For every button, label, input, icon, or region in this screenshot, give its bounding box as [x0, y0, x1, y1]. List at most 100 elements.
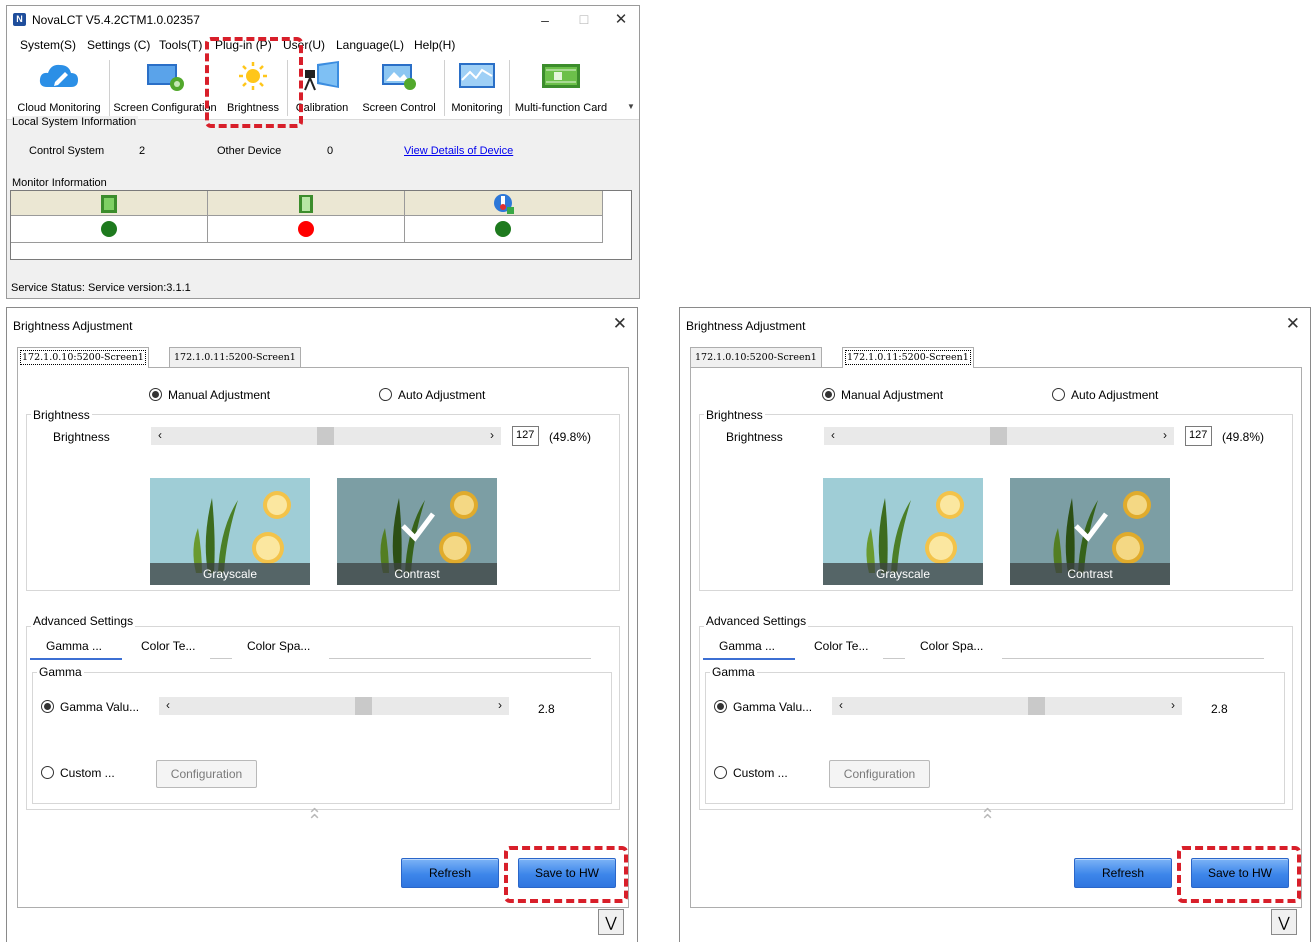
toolbar-overflow-icon[interactable]: ▼	[627, 102, 635, 111]
maximize-button[interactable]: ☐	[570, 10, 598, 30]
menu-system[interactable]: System(S)	[20, 38, 76, 52]
multi-function-card-icon	[542, 64, 580, 88]
tab-color-space[interactable]: Color Spa...	[247, 639, 310, 653]
brightness-value-input[interactable]: 127	[512, 426, 539, 446]
brightness-slider[interactable]: ‹ ›	[824, 427, 1174, 445]
manual-adjustment-label: Manual Adjustment	[168, 388, 271, 402]
brightness-slider-thumb[interactable]	[316, 427, 334, 445]
configuration-button[interactable]: Configuration	[829, 760, 930, 788]
brightness-dialog: Brightness Adjustment ✕ 172.1.0.10:5200-…	[679, 307, 1311, 942]
monitor-table	[10, 190, 632, 260]
status-dot	[298, 221, 314, 237]
minimize-button[interactable]: –	[531, 10, 559, 30]
cloud-monitoring-button[interactable]: Cloud Monitoring	[13, 54, 105, 120]
brightness-percent: (49.8%)	[549, 430, 592, 444]
slider-right-arrow-icon[interactable]: ›	[485, 427, 499, 445]
contrast-caption: Contrast	[337, 563, 497, 585]
gamma-slider-thumb[interactable]	[1028, 697, 1046, 715]
gamma-slider[interactable]: ‹ ›	[159, 697, 509, 715]
gamma-tab-underline	[30, 658, 122, 660]
custom-gamma-radio[interactable]	[714, 766, 727, 779]
title-bar: N NovaLCT V5.4.2CTM1.0.02357 – ☐ ✕	[7, 6, 639, 32]
grayscale-caption: Grayscale	[150, 563, 310, 585]
manual-adjustment-radio[interactable]	[822, 388, 835, 401]
other-device-label: Other Device	[217, 145, 282, 157]
grayscale-preview[interactable]: Grayscale	[150, 478, 310, 585]
gamma-value-radio[interactable]	[714, 700, 727, 713]
auto-adjustment-radio[interactable]	[1052, 388, 1065, 401]
slider-left-arrow-icon[interactable]: ‹	[826, 427, 840, 445]
brightness-label: Brightness	[726, 430, 783, 444]
brightness-slider[interactable]: ‹ ›	[151, 427, 501, 445]
advanced-settings-label: Advanced Settings	[31, 614, 136, 628]
view-device-details-link[interactable]: View Details of Device	[404, 145, 513, 157]
monitor-header-cell	[208, 191, 405, 216]
gamma-value-label: Gamma Valu...	[60, 700, 140, 714]
tool-label: Multi-function Card	[514, 102, 608, 114]
gamma-slider[interactable]: ‹ ›	[832, 697, 1182, 715]
multi-function-card-button[interactable]: Multi-function Card	[511, 54, 611, 120]
refresh-button[interactable]: Refresh	[401, 858, 499, 888]
brightness-slider-thumb[interactable]	[989, 427, 1007, 445]
tab-gamma[interactable]: Gamma ...	[46, 639, 102, 653]
control-system-count: 2	[139, 145, 146, 157]
tab-divider	[210, 658, 232, 659]
brightness-group-label: Brightness	[31, 408, 92, 422]
auto-adjustment-radio[interactable]	[379, 388, 392, 401]
collapse-chevron-down-icon[interactable]: ⋁	[598, 909, 624, 935]
manual-adjustment-radio[interactable]	[149, 388, 162, 401]
gamma-slider-thumb[interactable]	[355, 697, 373, 715]
control-system-label: Control System	[29, 145, 105, 157]
close-icon[interactable]: ✕	[613, 314, 627, 334]
contrast-preview[interactable]: Contrast	[1010, 478, 1170, 585]
grayscale-preview[interactable]: Grayscale	[823, 478, 983, 585]
close-icon[interactable]: ✕	[1286, 314, 1300, 334]
monitoring-button[interactable]: Monitoring	[447, 54, 507, 120]
slider-right-arrow-icon[interactable]: ›	[493, 697, 507, 715]
gamma-value: 2.8	[1211, 702, 1228, 716]
brightness-highlight	[205, 37, 303, 128]
monitor-header-cell	[11, 191, 208, 216]
tab-color-space[interactable]: Color Spa...	[920, 639, 983, 653]
slider-right-arrow-icon[interactable]: ›	[1158, 427, 1172, 445]
configuration-button[interactable]: Configuration	[156, 760, 257, 788]
tab-screen-11[interactable]: 172.1.0.11:5200-Screen1	[169, 347, 301, 367]
custom-gamma-label: Custom ...	[733, 766, 788, 780]
auto-adjustment-label: Auto Adjustment	[398, 388, 486, 402]
brightness-dialog: Brightness Adjustment ✕ 172.1.0.10:5200-…	[6, 307, 638, 942]
save-to-hw-highlight	[504, 846, 628, 903]
refresh-button[interactable]: Refresh	[1074, 858, 1172, 888]
menu-language[interactable]: Language(L)	[336, 38, 404, 52]
tab-color-temperature[interactable]: Color Te...	[141, 639, 195, 653]
menu-tools[interactable]: Tools(T)	[159, 38, 202, 52]
tool-label: Screen Configuration	[113, 102, 217, 114]
custom-gamma-radio[interactable]	[41, 766, 54, 779]
brightness-value-input[interactable]: 127	[1185, 426, 1212, 446]
menu-help[interactable]: Help(H)	[414, 38, 455, 52]
tab-color-temperature[interactable]: Color Te...	[814, 639, 868, 653]
tab-screen-10[interactable]: 172.1.0.10:5200-Screen1	[690, 347, 822, 367]
slider-left-arrow-icon[interactable]: ‹	[834, 697, 848, 715]
slider-right-arrow-icon[interactable]: ›	[1166, 697, 1180, 715]
tab-divider	[1002, 658, 1264, 659]
contrast-preview[interactable]: Contrast	[337, 478, 497, 585]
tab-screen-10[interactable]: 172.1.0.10:5200-Screen1	[17, 347, 149, 368]
gamma-value-radio[interactable]	[41, 700, 54, 713]
temperature-icon	[494, 194, 514, 214]
gamma-value: 2.8	[538, 702, 555, 716]
tab-divider	[883, 658, 905, 659]
menu-settings[interactable]: Settings (C)	[87, 38, 150, 52]
close-button[interactable]: ✕	[607, 10, 635, 30]
monitor-status-cell	[405, 216, 603, 243]
brightness-label: Brightness	[53, 430, 110, 444]
screen-configuration-button[interactable]: Screen Configuration	[113, 54, 217, 120]
calibration-camera-icon	[304, 61, 339, 91]
slider-left-arrow-icon[interactable]: ‹	[153, 427, 167, 445]
local-system-label: Local System Information	[12, 116, 139, 128]
tab-screen-11[interactable]: 172.1.0.11:5200-Screen1	[842, 347, 974, 368]
tab-gamma[interactable]: Gamma ...	[719, 639, 775, 653]
screen-control-button[interactable]: Screen Control	[359, 54, 439, 120]
collapse-chevron-down-icon[interactable]: ⋁	[1271, 909, 1297, 935]
gamma-tab-underline	[703, 658, 795, 660]
slider-left-arrow-icon[interactable]: ‹	[161, 697, 175, 715]
